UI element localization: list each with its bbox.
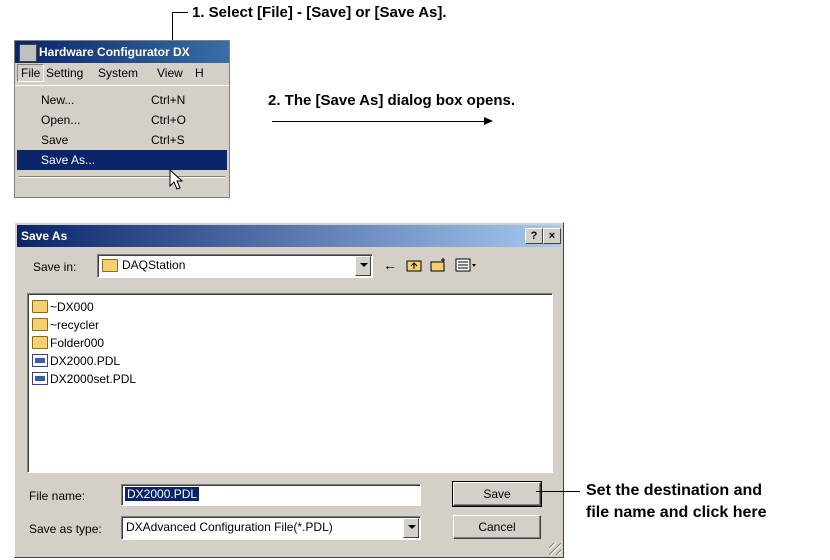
app-icon	[19, 44, 37, 62]
file-name: ~DX000	[50, 300, 94, 314]
file-name: ~recycler	[50, 318, 100, 332]
menu-item-label: Open...	[41, 113, 81, 127]
menu-item-label: New...	[41, 93, 75, 107]
up-folder-icon[interactable]	[405, 257, 423, 273]
folder-icon	[32, 336, 48, 349]
menu-file[interactable]: File	[17, 64, 45, 82]
file-name: DX2000.PDL	[50, 354, 121, 368]
step2-callout: 2. The [Save As] dialog box opens.	[268, 92, 515, 109]
callout-arrow-2	[272, 121, 490, 122]
menubar: File Setting System View H	[15, 63, 229, 83]
new-folder-icon[interactable]	[429, 257, 447, 273]
step3-callout-line2: file name and click here	[586, 504, 767, 521]
back-arrow-icon[interactable]: ←	[381, 257, 399, 273]
file-name-value: DX2000.PDL	[125, 487, 200, 501]
menu-setting[interactable]: Setting	[46, 66, 83, 80]
pdl-file-icon	[32, 354, 48, 367]
folder-icon	[32, 300, 48, 313]
app-titlebar: Hardware Configurator DX	[15, 41, 229, 63]
cancel-button[interactable]: Cancel	[453, 515, 541, 539]
help-button[interactable]: ?	[525, 228, 543, 244]
callout-line-3	[536, 491, 580, 492]
menu-item-new[interactable]: New... Ctrl+N	[17, 90, 227, 110]
step1-callout: 1. Select [File] - [Save] or [Save As].	[192, 4, 447, 21]
chevron-down-icon[interactable]	[355, 256, 371, 276]
menu-item-shortcut: Ctrl+O	[151, 113, 187, 127]
resize-grip-icon[interactable]	[549, 543, 561, 555]
save-as-type-label: Save as type:	[29, 522, 102, 536]
file-dropdown-menu: New... Ctrl+N Open... Ctrl+O Save Ctrl+S…	[15, 85, 229, 197]
pdl-file-icon	[32, 372, 48, 385]
menu-item-save[interactable]: Save Ctrl+S	[17, 130, 227, 150]
menu-item-save-as[interactable]: Save As...	[17, 150, 227, 170]
menu-item-label: Save	[41, 133, 69, 147]
menu-system[interactable]: System	[98, 66, 138, 80]
save-as-type-value: DXAdvanced Configuration File(*.PDL)	[126, 520, 333, 534]
save-in-label: Save in:	[33, 260, 77, 274]
file-name-label: File name:	[29, 489, 86, 503]
menu-h[interactable]: H	[195, 66, 204, 80]
step3-callout: Set the destination and file name and cl…	[586, 480, 767, 524]
menu-item-shortcut: Ctrl+N	[151, 93, 186, 107]
save-as-dialog: Save As ? × Save in: DAQStation ← ~DX000…	[14, 222, 564, 558]
folder-icon	[102, 259, 118, 272]
save-in-dropdown[interactable]: DAQStation	[97, 254, 373, 278]
file-name: Folder000	[50, 336, 105, 350]
menu-separator	[19, 176, 225, 178]
app-window-snippet: Hardware Configurator DX File Setting Sy…	[14, 40, 230, 198]
view-menu-icon[interactable]	[455, 257, 479, 273]
app-title: Hardware Configurator DX	[39, 45, 190, 59]
dialog-title: Save As	[21, 229, 68, 243]
menu-view[interactable]: View	[157, 66, 183, 80]
menu-item-label: Save As...	[41, 153, 96, 167]
callout-line-1-horizontal	[172, 12, 188, 13]
file-name-input[interactable]: DX2000.PDL	[121, 484, 421, 506]
menu-item-open[interactable]: Open... Ctrl+O	[17, 110, 227, 130]
menu-item-shortcut: Ctrl+S	[151, 133, 185, 147]
mouse-cursor-icon	[169, 169, 184, 190]
arrowhead-icon	[484, 117, 493, 125]
file-list[interactable]: ~DX000 ~recycler Folder000 DX2000.PDL DX…	[27, 293, 553, 473]
chevron-down-icon[interactable]	[403, 518, 419, 538]
save-button[interactable]: Save	[452, 481, 542, 507]
step3-callout-line1: Set the destination and	[586, 482, 763, 499]
dialog-titlebar: Save As ? ×	[17, 225, 561, 247]
folder-icon	[32, 318, 48, 331]
file-name: DX2000set.PDL	[50, 372, 137, 386]
save-in-value: DAQStation	[122, 258, 186, 272]
close-button[interactable]: ×	[543, 228, 561, 244]
save-as-type-dropdown[interactable]: DXAdvanced Configuration File(*.PDL)	[121, 516, 421, 540]
